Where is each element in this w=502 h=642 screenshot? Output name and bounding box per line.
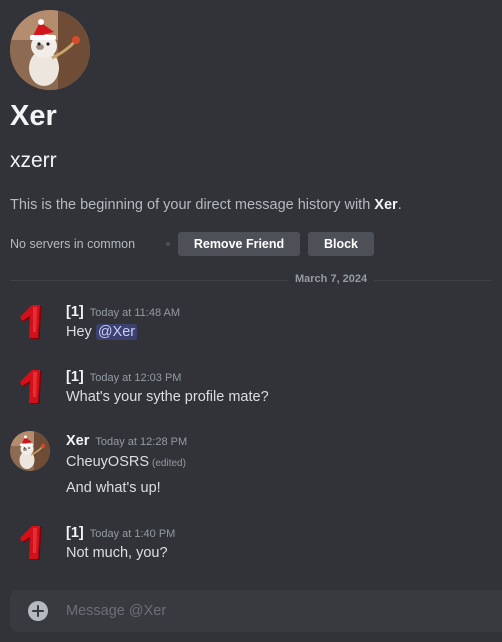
message-item: [1] Today at 12:03 PM What's your sythe p…: [0, 367, 502, 427]
remove-friend-button[interactable]: Remove Friend: [178, 232, 300, 256]
message-input[interactable]: [66, 590, 486, 632]
message-header: [1] Today at 12:03 PM: [66, 368, 181, 386]
dm-channel: Xer xzerr This is the beginning of your …: [0, 0, 502, 642]
author-name[interactable]: Xer: [66, 433, 89, 449]
message-item: [1] Today at 1:40 PM Not much, you?: [0, 523, 502, 583]
message-text: What's your sythe profile mate?: [66, 389, 269, 405]
date-divider-label: March 7, 2024: [288, 273, 375, 285]
red-number-one-avatar-icon: [10, 523, 50, 563]
author-avatar[interactable]: [10, 367, 50, 407]
message-composer: [10, 590, 502, 632]
edited-indicator: (edited): [152, 458, 186, 469]
intro-prefix: This is the beginning of your direct mes…: [10, 197, 375, 213]
block-button[interactable]: Block: [308, 232, 374, 256]
author-avatar[interactable]: [10, 431, 50, 471]
separator-dot: [166, 242, 170, 246]
author-name[interactable]: [1]: [66, 369, 84, 385]
author-avatar[interactable]: [10, 523, 50, 563]
cat-with-santa-hat-avatar-icon: [10, 10, 90, 90]
no-servers-in-common: No servers in common: [10, 237, 136, 251]
message-text: And what's up!: [66, 480, 161, 496]
dm-intro-text: This is the beginning of your direct mes…: [10, 197, 402, 213]
intro-name: Xer: [374, 197, 398, 213]
message-timestamp: Today at 12:03 PM: [89, 372, 182, 384]
cat-with-santa-hat-avatar-icon: [10, 431, 50, 471]
message-text: CheuyOSRS: [66, 454, 150, 470]
user-mention[interactable]: @Xer: [95, 324, 138, 340]
author-name[interactable]: [1]: [66, 304, 84, 320]
message-header: [1] Today at 11:48 AM: [66, 303, 180, 321]
message-item: [1] Today at 11:48 AM Hey @Xer: [0, 302, 502, 362]
message-content: Hey @Xer: [66, 324, 138, 340]
red-number-one-avatar-icon: [10, 367, 50, 407]
author-name[interactable]: [1]: [66, 525, 84, 541]
profile-avatar[interactable]: [10, 10, 90, 90]
message-text: Not much, you?: [66, 545, 168, 561]
message-timestamp: Today at 11:48 AM: [89, 307, 181, 319]
profile-actions-row: No servers in common Remove Friend Block: [10, 232, 490, 256]
message-item: Xer Today at 12:28 PM CheuyOSRS (edited) A…: [0, 431, 502, 501]
message-timestamp: Today at 1:40 PM: [89, 528, 176, 540]
date-divider-line: [10, 280, 492, 281]
profile-username: xzerr: [10, 149, 57, 172]
message-content: CheuyOSRS (edited): [66, 454, 186, 470]
intro-suffix: .: [397, 197, 402, 213]
red-number-one-avatar-icon: [10, 302, 50, 342]
profile-display-name: Xer: [10, 100, 57, 132]
message-header: Xer Today at 12:28 PM: [66, 432, 187, 450]
message-text: Hey: [66, 324, 96, 340]
message-header: [1] Today at 1:40 PM: [66, 524, 175, 542]
author-avatar[interactable]: [10, 302, 50, 342]
plus-circle-icon[interactable]: [28, 601, 48, 621]
message-timestamp: Today at 12:28 PM: [95, 436, 188, 448]
